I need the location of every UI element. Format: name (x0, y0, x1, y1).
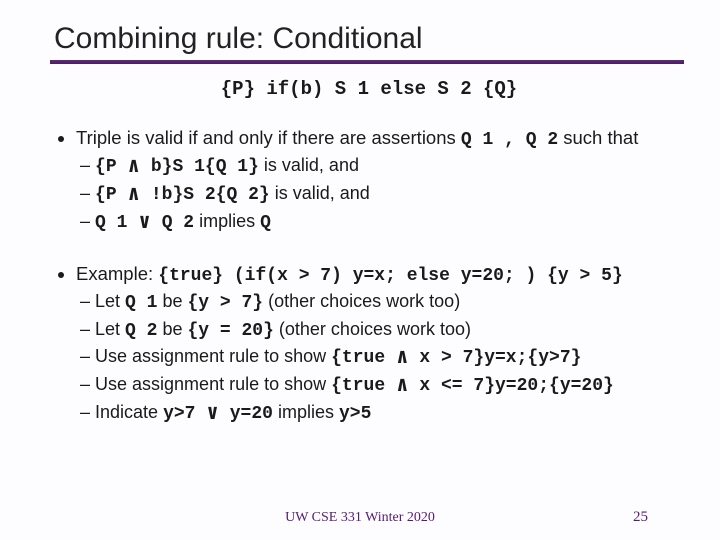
sub2d-1: Use assignment rule to show (95, 374, 331, 394)
sub2d-2: {true (331, 376, 396, 396)
sub1c-3: implies (194, 211, 260, 231)
bullet1-text-a: Triple is valid if and only if there are… (76, 127, 461, 148)
sub2a-5: (other choices work too) (263, 291, 460, 311)
bullet-list: Triple is valid if and only if there are… (54, 126, 684, 427)
sub1a: {P ∧ b}S 1{Q 1} is valid, and (98, 154, 684, 180)
sub2c: Use assignment rule to show {true ∧ x > … (98, 345, 684, 371)
sub1b-1: {P (95, 185, 127, 205)
bullet-1: Triple is valid if and only if there are… (76, 126, 684, 236)
sub2d: Use assignment rule to show {true ∧ x <=… (98, 373, 684, 399)
hoare-triple: {P} if(b) S 1 else S 2 {Q} (54, 78, 684, 100)
bullet-2: Example: {true} (if(x > 7) y=x; else y=2… (76, 262, 684, 427)
footer-text: UW CSE 331 Winter 2020 (0, 510, 720, 526)
sub1a-1: {P (95, 157, 127, 177)
sub2e-1: Indicate (95, 402, 163, 422)
sub2a-2: Q 1 (125, 293, 157, 313)
sub1a-3: is valid, and (259, 155, 359, 175)
sub2c-3: x > 7}y=x;{y>7} (409, 348, 582, 368)
sub2a-1: Let (95, 291, 125, 311)
bullet1-text-b: such that (558, 127, 638, 148)
slide-content: Combining rule: Conditional {P} if(b) S … (0, 0, 720, 540)
sub1c: Q 1 ∨ Q 2 implies Q (98, 210, 684, 236)
sub2d-3: x <= 7}y=20;{y=20} (409, 376, 614, 396)
sub2b-2: Q 2 (125, 321, 157, 341)
sub2e-3: y=20 (219, 404, 273, 424)
sub2b-1: Let (95, 319, 125, 339)
sublist-2: Let Q 1 be {y > 7} (other choices work t… (76, 290, 684, 427)
and-icon: ∧ (396, 375, 409, 398)
page-title: Combining rule: Conditional (54, 22, 684, 56)
sub2a-4: {y > 7} (187, 293, 263, 313)
page-number: 25 (633, 509, 648, 526)
sub2e-2: y>7 (163, 404, 206, 424)
sub1b-2: !b}S 2{Q 2} (140, 185, 270, 205)
sub1c-4: Q (260, 213, 271, 233)
sub2e-5: y>5 (339, 404, 371, 424)
sub1c-2: Q 2 (151, 213, 194, 233)
and-icon: ∧ (396, 347, 409, 370)
sub2b-4: {y = 20} (187, 321, 273, 341)
sub2a-3: be (157, 291, 187, 311)
sub2b-3: be (157, 319, 187, 339)
divider (50, 60, 684, 64)
sub1b-3: is valid, and (270, 183, 370, 203)
and-icon: ∧ (127, 184, 140, 207)
bullet2-code: {true} (if(x > 7) y=x; else y=20; ) {y >… (158, 266, 622, 286)
or-icon: ∨ (138, 212, 151, 235)
sub1b: {P ∧ !b}S 2{Q 2} is valid, and (98, 182, 684, 208)
sub2c-2: {true (331, 348, 396, 368)
sub2c-1: Use assignment rule to show (95, 346, 331, 366)
sub1a-2: b}S 1{Q 1} (140, 157, 259, 177)
sub2b-5: (other choices work too) (274, 319, 471, 339)
bullet2-text-a: Example: (76, 263, 158, 284)
or-icon: ∨ (206, 403, 219, 426)
sub2e: Indicate y>7 ∨ y=20 implies y>5 (98, 401, 684, 427)
sub1c-1: Q 1 (95, 213, 138, 233)
sub2a: Let Q 1 be {y > 7} (other choices work t… (98, 290, 684, 316)
q1q2: Q 1 , Q 2 (461, 130, 558, 150)
sub2b: Let Q 2 be {y = 20} (other choices work … (98, 318, 684, 344)
and-icon: ∧ (127, 156, 140, 179)
sub2e-4: implies (273, 402, 339, 422)
sublist-1: {P ∧ b}S 1{Q 1} is valid, and {P ∧ !b}S … (76, 154, 684, 235)
